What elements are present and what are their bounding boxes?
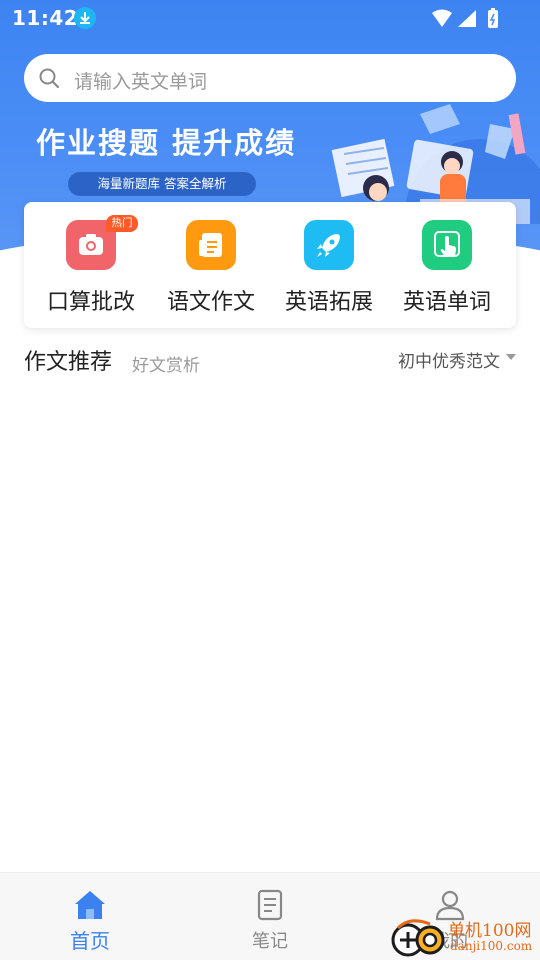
search-icon [39,68,60,89]
tool-oral-math-check[interactable]: 热门 口算批改 [32,215,150,320]
watermark-logo-icon [391,919,445,957]
chevron-down-icon [506,354,516,360]
quick-tools-card: 热门 口算批改 语文作文 英语拓展 英语单词 [24,202,516,328]
search-placeholder: 请输入英文单词 [74,71,208,93]
tap-icon [422,220,472,270]
status-time: 11:42 [12,6,79,30]
tool-label: 口算批改 [46,290,135,315]
nav-notes[interactable]: 笔记 [180,873,360,960]
watermark-url: danji100.com [450,939,533,953]
rocket-icon [304,220,354,270]
status-bar: 11:42 [0,0,540,36]
grade-filter-dropdown[interactable]: 初中优秀范文 [398,347,500,372]
tool-label: 英语单词 [402,290,491,315]
banner-pill: 海量新题库 答案全解析 [68,172,256,196]
section-title: 作文推荐 [24,350,113,375]
watermark-text: 单机100网 [448,921,532,941]
nav-home[interactable]: 首页 [0,873,180,960]
tool-label: 英语拓展 [284,290,373,315]
tool-english-words[interactable]: 英语单词 [388,220,506,320]
hot-badge: 热门 [106,215,138,232]
nav-label: 笔记 [252,931,288,952]
download-icon [74,7,96,29]
tool-english-extension[interactable]: 英语拓展 [270,220,388,320]
site-watermark: 单机100网 danji100.com [390,914,540,960]
banner-title: 作业搜题 提升成绩 [36,126,297,160]
tool-label: 语文作文 [166,290,255,315]
notes-icon [257,889,283,921]
section-subtitle: 好文赏析 [132,356,200,376]
tool-chinese-essay[interactable]: 语文作文 [152,220,270,320]
document-icon [186,220,236,270]
search-input[interactable]: 请输入英文单词 [24,54,516,102]
home-icon [75,891,105,919]
system-status-icons [432,8,498,28]
nav-label: 首页 [70,929,110,953]
